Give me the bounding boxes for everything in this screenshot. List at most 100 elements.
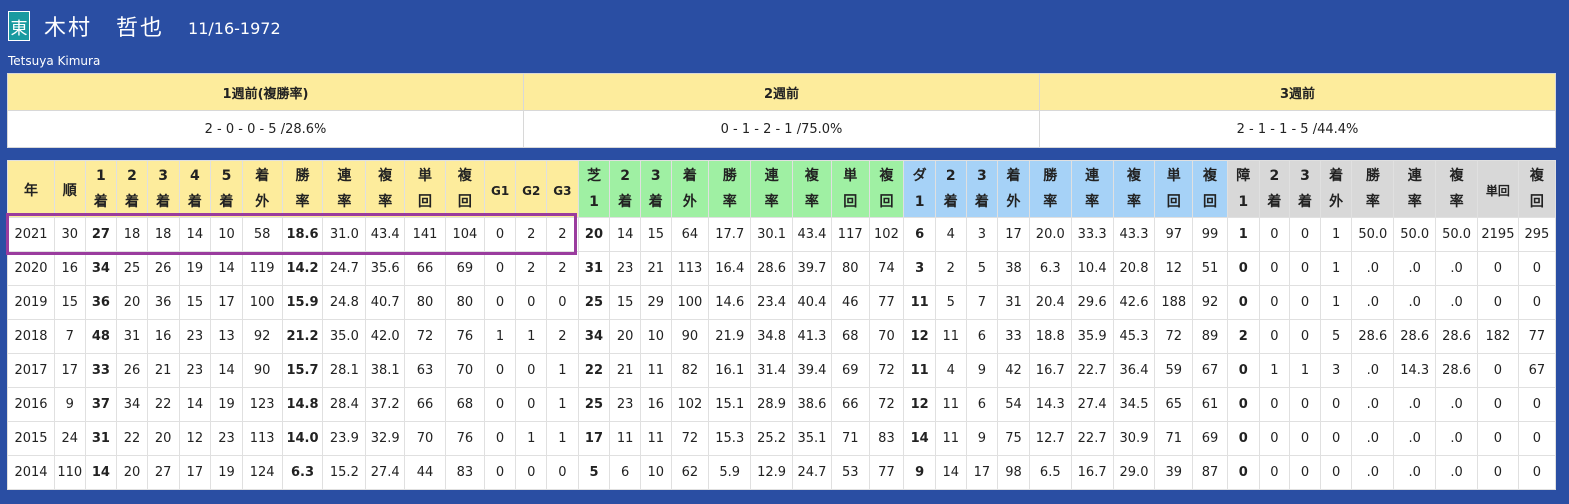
stats-cell: 0: [483, 251, 517, 286]
stats-cell: 25: [116, 251, 148, 286]
stats-header-text: 率: [337, 194, 352, 210]
stats-cell: 21.2: [281, 319, 324, 354]
stats-cell: 23: [609, 251, 641, 286]
stats-cell: 25: [577, 387, 611, 422]
stats-cell: 36: [146, 285, 180, 320]
stats-cell: 16: [639, 387, 672, 422]
stats-cell: 70: [868, 319, 905, 354]
stats-cell: 31: [577, 251, 611, 286]
stats-cell: .0: [1393, 455, 1437, 490]
stats-header-text: 3: [1300, 168, 1310, 184]
stats-cell: 113: [670, 251, 710, 286]
stats-header-text: 着: [618, 194, 633, 210]
stats-cell: 38: [997, 251, 1030, 286]
stats-cell: 17: [53, 353, 86, 388]
stats-header-text: 率: [1085, 194, 1100, 210]
stats-cell: 0: [1226, 455, 1260, 490]
stats-cell: .0: [1435, 455, 1478, 490]
stats-cell: 1: [1258, 353, 1291, 388]
stats-header-text: 回: [843, 194, 858, 210]
stats-cell: 1: [546, 421, 579, 456]
stats-row-2014: 2014 110 14 20 27 17 19 124 6.3 15.2 27.4 44 83 0 0 0 5 6…: [7, 455, 1557, 490]
stats-cell: 92: [1192, 285, 1228, 320]
stats-cell: 4: [934, 217, 967, 252]
stats-cell: .0: [1435, 251, 1478, 286]
stats-cell: 1: [1289, 353, 1321, 388]
stats-header-text: 2: [127, 168, 137, 184]
stats-cell: 83: [868, 421, 905, 456]
stats-cell: 18.8: [1028, 319, 1072, 354]
stats-cell: 14.3: [1393, 353, 1437, 388]
stats-cell: 1: [1319, 285, 1353, 320]
stats-cell: 62: [670, 455, 710, 490]
stats-cell: 39.4: [792, 353, 832, 388]
stats-cell: 0: [515, 455, 548, 490]
stats-cell: 31: [116, 319, 148, 354]
stats-header-text: 複: [1126, 168, 1141, 184]
stats-header-text: 率: [1365, 194, 1380, 210]
stats-header-text: 単回: [1485, 184, 1510, 198]
stats-cell: 67: [1192, 353, 1228, 388]
stats-cell: 14: [84, 455, 118, 490]
stats-header-text: 勝: [1365, 168, 1380, 184]
stats-header-text: 着: [1006, 168, 1021, 184]
stats-header-text: 着: [125, 194, 140, 210]
stats-header-text: 回: [1529, 194, 1544, 210]
stats-cell: 0: [515, 285, 548, 320]
stats-header-text: 2: [945, 168, 956, 184]
stats-header-cell: 複回: [1517, 160, 1557, 218]
stats-cell: 188: [1154, 285, 1194, 320]
stats-cell: 29: [639, 285, 672, 320]
stats-cell: 1: [515, 421, 548, 456]
stats-cell: 90: [241, 353, 283, 388]
stats-cell: 141: [404, 217, 446, 252]
stats-cell: .0: [1351, 455, 1395, 490]
stats-cell: 6: [609, 455, 641, 490]
stats-header-text: 外: [1006, 194, 1021, 210]
stats-cell: 87: [1192, 455, 1228, 490]
stats-cell: 15: [609, 285, 641, 320]
stats-header-text: 勝: [295, 168, 310, 184]
stats-cell: 50.0: [1435, 217, 1478, 252]
stats-cell: .0: [1393, 387, 1437, 422]
stats-header-text: 着: [1329, 168, 1344, 184]
stats-cell: 0: [1289, 319, 1321, 354]
stats-cell: 43.3: [1112, 217, 1156, 252]
stats-header-text: 率: [1126, 194, 1141, 210]
affiliation-badge: 東: [8, 11, 30, 41]
stats-header-text: G1: [490, 184, 510, 198]
stats-cell: 5: [934, 285, 967, 320]
stats-header-cell: 着外: [1319, 160, 1353, 218]
stats-cell: 0: [1289, 455, 1321, 490]
stats-cell: 72: [868, 387, 905, 422]
stats-cell: 0: [483, 421, 517, 456]
stats-header-cell: 3着: [965, 160, 999, 218]
stats-header-cell: G2: [515, 160, 548, 218]
stats-header-text: 回: [457, 194, 472, 210]
stats-cell: 17.7: [708, 217, 752, 252]
stats-cell: 35.9: [1070, 319, 1114, 354]
stats-header-text: 着: [648, 194, 663, 210]
stats-cell: 0: [1319, 455, 1353, 490]
stats-header-text: 連: [764, 168, 779, 184]
stats-cell: 67: [1517, 353, 1557, 388]
stats-header-text: 1: [1238, 194, 1249, 210]
stats-header-cell: G3: [546, 160, 579, 218]
stats-cell: 36.4: [1112, 353, 1156, 388]
stats-cell: 34: [84, 251, 118, 286]
stats-cell: 69: [830, 353, 870, 388]
stats-cell: 23: [210, 421, 243, 456]
stats-cell: 100: [241, 285, 283, 320]
stats-cell: 11: [934, 421, 967, 456]
stats-header-cell: 芝1: [577, 160, 611, 218]
stats-cell: 0: [1226, 251, 1260, 286]
stats-cell: 3: [1319, 353, 1353, 388]
stats-row-2017: 2017 17 33 26 21 23 14 90 15.7 28.1 38.1 63 70 0 0 1 22 2…: [7, 353, 1557, 388]
stats-cell: 6: [903, 217, 936, 252]
stats-header-cell: 1着: [84, 160, 118, 218]
stats-cell: 2019: [7, 285, 55, 320]
stats-header-cell: 勝率: [1028, 160, 1072, 218]
stats-cell: .0: [1393, 285, 1437, 320]
stats-cell: 2014: [7, 455, 55, 490]
stats-header-text: ダ: [912, 168, 927, 184]
